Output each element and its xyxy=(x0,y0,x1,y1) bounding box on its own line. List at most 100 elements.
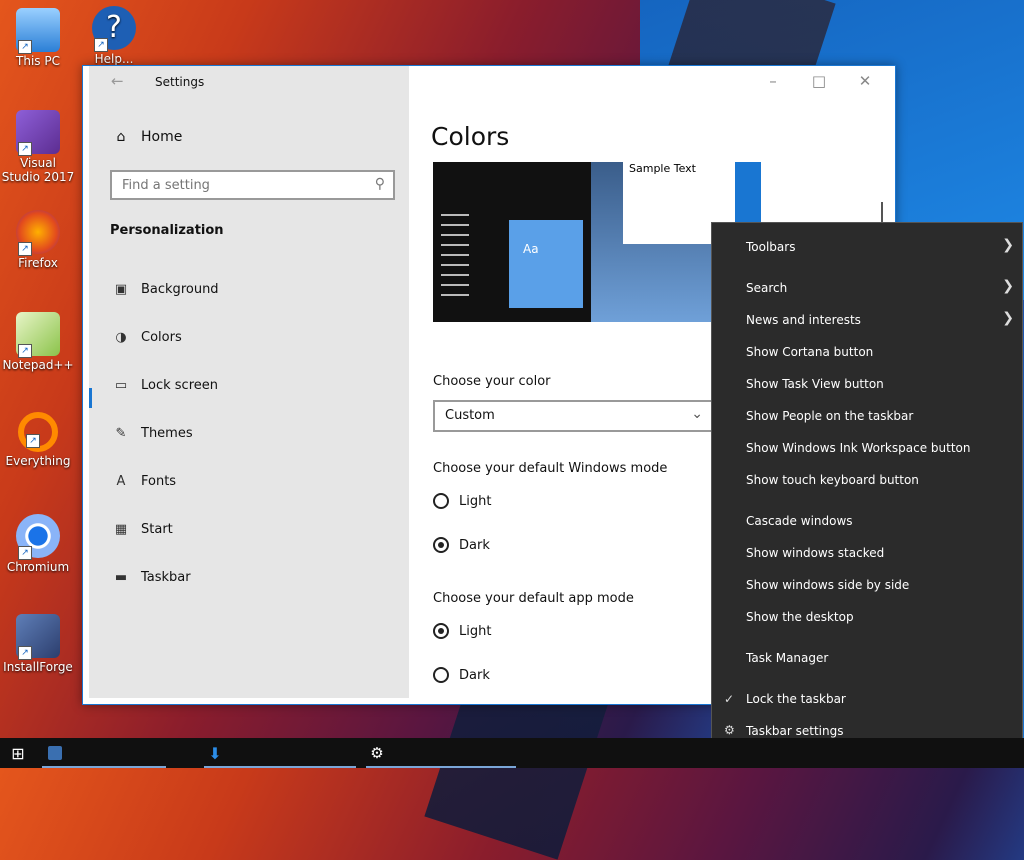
windows-mode-dark-radio[interactable]: Dark xyxy=(433,537,490,553)
windows-mode-label: Choose your default Windows mode xyxy=(433,461,668,476)
sidebar-item-label: Colors xyxy=(141,330,182,345)
chevron-right-icon: ❯ xyxy=(1002,237,1014,253)
radio-label: Dark xyxy=(459,537,490,553)
sidebar-item-label: Fonts xyxy=(141,474,177,489)
app-icon xyxy=(48,746,62,760)
settings-search-box[interactable]: ⚲ xyxy=(110,170,395,200)
download-icon: ⬇ xyxy=(208,743,222,763)
sidebar-item-start[interactable]: ▦ Start xyxy=(111,522,173,537)
help-icon: ? ↗ xyxy=(92,6,136,52)
desktop-icon-visual-studio[interactable]: ↗ Visual Studio 2017 xyxy=(0,110,76,184)
desktop-icon-label: Visual Studio 2017 xyxy=(1,156,75,184)
sidebar-item-label: Taskbar xyxy=(141,570,191,585)
chevron-down-icon: ⌄ xyxy=(691,406,703,422)
color-select-value: Custom xyxy=(445,408,495,423)
menu-item-news-and-interests[interactable]: News and interests xyxy=(746,313,861,327)
lock-screen-icon: ▭ xyxy=(114,378,128,393)
color-select[interactable]: Custom ⌄ xyxy=(433,400,713,432)
radio-circle xyxy=(433,667,449,683)
menu-item-cascade-windows[interactable]: Cascade windows xyxy=(746,514,853,528)
preview-sample-text: Sample Text xyxy=(629,162,696,175)
font-icon: A xyxy=(116,474,126,489)
menu-item-show-ink-workspace[interactable]: Show Windows Ink Workspace button xyxy=(746,441,970,455)
nav-home[interactable]: ⌂ Home xyxy=(111,129,183,145)
menu-item-lock-taskbar[interactable]: Lock the taskbar xyxy=(746,692,846,706)
window-title: Settings xyxy=(155,75,205,89)
sidebar-item-colors[interactable]: ◑ Colors xyxy=(111,330,182,345)
radio-label: Light xyxy=(459,493,492,509)
start-button[interactable]: ⊞ xyxy=(0,738,36,768)
search-input[interactable] xyxy=(112,172,372,199)
active-nav-indicator xyxy=(89,388,92,408)
sidebar-item-fonts[interactable]: A Fonts xyxy=(111,474,177,489)
radio-circle-selected xyxy=(433,537,449,553)
nav-home-label: Home xyxy=(141,129,183,145)
desktop-icon-label: Firefox xyxy=(18,256,58,270)
desktop-icon-installforge[interactable]: ↗ InstallForge xyxy=(0,614,76,674)
everything-search-icon: ↗ xyxy=(18,412,58,452)
desktop-icon-notepad[interactable]: ↗ Notepad++ xyxy=(0,312,76,372)
desktop-icon-chromium[interactable]: ↗ Chromium xyxy=(0,514,76,574)
menu-item-search[interactable]: Search xyxy=(746,281,787,295)
sidebar-item-background[interactable]: ▣ Background xyxy=(111,282,219,297)
menu-item-toolbars[interactable]: Toolbars xyxy=(746,240,795,254)
settings-gear-icon: ⚙ xyxy=(370,744,384,762)
desktop-icon-help[interactable]: ? ↗ Help... xyxy=(76,6,152,66)
desktop-icon-label: Everything xyxy=(5,454,71,468)
chevron-right-icon: ❯ xyxy=(1002,278,1014,294)
app-mode-light-radio[interactable]: Light xyxy=(433,623,491,639)
home-icon: ⌂ xyxy=(116,129,126,145)
menu-item-show-cortana[interactable]: Show Cortana button xyxy=(746,345,873,359)
preview-tiles: Aa xyxy=(509,220,583,308)
app-mode-label: Choose your default app mode xyxy=(433,591,634,606)
desktop-icon-this-pc[interactable]: ↗ This PC xyxy=(0,8,76,68)
preview-tile-text: Aa xyxy=(523,242,539,256)
menu-item-show-task-view[interactable]: Show Task View button xyxy=(746,377,884,391)
taskbar-settings-button[interactable]: ⚙ xyxy=(362,738,392,768)
image-icon: ▣ xyxy=(114,282,128,297)
desktop-icon-everything[interactable]: ↗ Everything xyxy=(0,412,76,468)
installforge-icon: ↗ xyxy=(16,614,60,660)
menu-item-show-touch-keyboard[interactable]: Show touch keyboard button xyxy=(746,473,919,487)
app-mode-dark-radio[interactable]: Dark xyxy=(433,667,490,683)
start-icon: ▦ xyxy=(114,522,128,537)
brush-icon: ✎ xyxy=(115,426,127,441)
desktop-icon-firefox[interactable]: ↗ Firefox xyxy=(0,210,76,270)
menu-item-task-manager[interactable]: Task Manager xyxy=(746,651,828,665)
chromium-icon: ↗ xyxy=(16,514,60,560)
sidebar-item-label: Lock screen xyxy=(141,378,218,393)
taskbar-download-button[interactable]: ⬇ xyxy=(200,738,230,768)
preview-start-list xyxy=(441,214,469,304)
palette-icon: ◑ xyxy=(115,330,127,345)
menu-item-show-desktop[interactable]: Show the desktop xyxy=(746,610,854,624)
taskbar-icon: ▬ xyxy=(114,570,128,585)
sidebar-item-themes[interactable]: ✎ Themes xyxy=(111,426,193,441)
menu-item-side-by-side[interactable]: Show windows side by side xyxy=(746,578,909,592)
notepad-plus-plus-icon: ↗ xyxy=(16,312,60,358)
taskbar-app-button[interactable] xyxy=(40,738,70,768)
sidebar-item-taskbar[interactable]: ▬ Taskbar xyxy=(111,570,191,585)
maximize-button[interactable]: □ xyxy=(799,72,839,90)
sidebar-item-label: Themes xyxy=(141,426,193,441)
settings-sidebar: ← Settings ⌂ Home ⚲ Personalization ▣ Ba… xyxy=(89,66,409,698)
firefox-icon: ↗ xyxy=(16,210,60,256)
windows-mode-light-radio[interactable]: Light xyxy=(433,493,491,509)
radio-label: Dark xyxy=(459,667,490,683)
desktop-icon-label: InstallForge xyxy=(3,660,73,674)
close-button[interactable]: ✕ xyxy=(845,72,885,90)
page-title: Colors xyxy=(431,122,510,151)
back-arrow-icon[interactable]: ← xyxy=(111,72,124,90)
minimize-button[interactable]: – xyxy=(753,72,793,90)
menu-item-show-people[interactable]: Show People on the taskbar xyxy=(746,409,913,423)
sidebar-item-label: Start xyxy=(141,522,173,537)
radio-circle-selected xyxy=(433,623,449,639)
desktop-icon-label: This PC xyxy=(16,54,60,68)
radio-circle xyxy=(433,493,449,509)
windows-start-icon: ⊞ xyxy=(11,743,25,763)
taskbar-context-menu: Toolbars ❯ Search ❯ News and interests ❯… xyxy=(711,222,1023,756)
menu-item-taskbar-settings[interactable]: Taskbar settings xyxy=(746,724,843,738)
sidebar-item-lock-screen[interactable]: ▭ Lock screen xyxy=(111,378,218,393)
choose-color-label: Choose your color xyxy=(433,374,551,389)
computer-icon: ↗ xyxy=(16,8,60,54)
menu-item-show-stacked[interactable]: Show windows stacked xyxy=(746,546,884,560)
